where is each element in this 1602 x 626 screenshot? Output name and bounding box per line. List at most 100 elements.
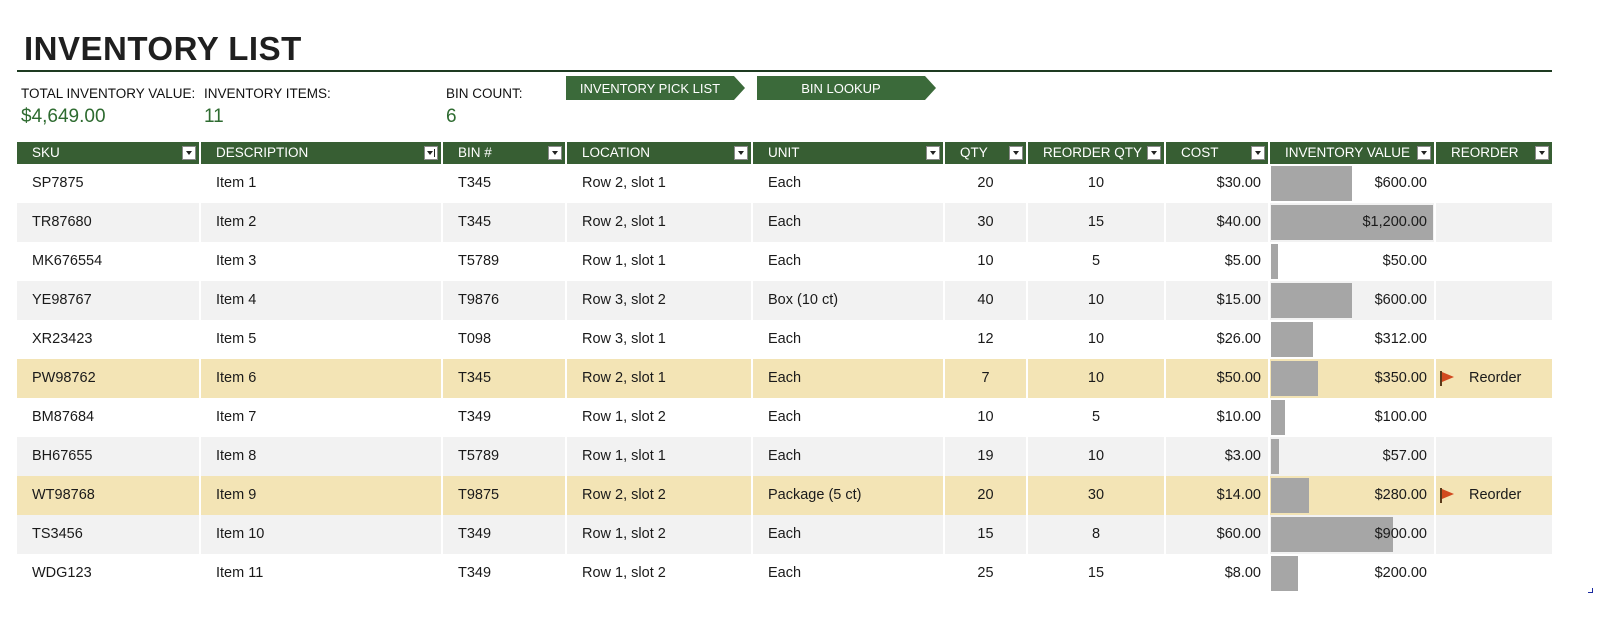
cell-reorder-qty[interactable]: 10 [1028, 359, 1164, 398]
cell-unit[interactable]: Each [753, 203, 943, 242]
cell-reorder-qty[interactable]: 30 [1028, 476, 1164, 515]
cell-cost[interactable]: $5.00 [1166, 242, 1268, 281]
filter-dropdown-icon[interactable] [1251, 146, 1265, 160]
cell-reorder[interactable] [1436, 515, 1552, 554]
table-row[interactable]: TR87680 Item 2 T345 Row 2, slot 1 Each 30 15 $4… [17, 203, 1552, 242]
cell-sku[interactable]: SP7875 [17, 164, 199, 203]
cell-location[interactable]: Row 1, slot 1 [567, 437, 751, 476]
cell-inventory-value[interactable]: $50.00 [1270, 242, 1434, 281]
cell-reorder-qty[interactable]: 10 [1028, 320, 1164, 359]
cell-qty[interactable]: 10 [945, 242, 1026, 281]
table-row[interactable]: TS3456 Item 10 T349 Row 1, slot 2 Each 15 8 $60… [17, 515, 1552, 554]
filter-dropdown-icon[interactable] [926, 146, 940, 160]
cell-inventory-value[interactable]: $600.00 [1270, 164, 1434, 203]
cell-cost[interactable]: $10.00 [1166, 398, 1268, 437]
cell-sku[interactable]: TR87680 [17, 203, 199, 242]
cell-location[interactable]: Row 1, slot 2 [567, 554, 751, 593]
cell-inventory-value[interactable]: $100.00 [1270, 398, 1434, 437]
column-header-sku[interactable]: SKU [17, 142, 199, 164]
cell-qty[interactable]: 10 [945, 398, 1026, 437]
cell-bin[interactable]: T098 [443, 320, 565, 359]
cell-location[interactable]: Row 2, slot 1 [567, 203, 751, 242]
cell-reorder[interactable]: Reorder [1436, 476, 1552, 515]
cell-cost[interactable]: $26.00 [1166, 320, 1268, 359]
cell-cost[interactable]: $30.00 [1166, 164, 1268, 203]
cell-reorder[interactable] [1436, 164, 1552, 203]
cell-reorder[interactable] [1436, 281, 1552, 320]
cell-description[interactable]: Item 8 [201, 437, 441, 476]
table-row[interactable]: WDG123 Item 11 T349 Row 1, slot 2 Each 25 15 $8… [17, 554, 1552, 593]
cell-location[interactable]: Row 1, slot 2 [567, 398, 751, 437]
cell-inventory-value[interactable]: $280.00 [1270, 476, 1434, 515]
cell-description[interactable]: Item 9 [201, 476, 441, 515]
cell-location[interactable]: Row 3, slot 2 [567, 281, 751, 320]
cell-bin[interactable]: T5789 [443, 242, 565, 281]
cell-qty[interactable]: 30 [945, 203, 1026, 242]
cell-unit[interactable]: Each [753, 515, 943, 554]
cell-location[interactable]: Row 2, slot 1 [567, 164, 751, 203]
cell-reorder[interactable] [1436, 554, 1552, 593]
table-row[interactable]: BM87684 Item 7 T349 Row 1, slot 2 Each 10 5 $10… [17, 398, 1552, 437]
cell-sku[interactable]: BM87684 [17, 398, 199, 437]
cell-sku[interactable]: WT98768 [17, 476, 199, 515]
cell-description[interactable]: Item 4 [201, 281, 441, 320]
cell-cost[interactable]: $40.00 [1166, 203, 1268, 242]
table-row[interactable]: WT98768 Item 9 T9875 Row 2, slot 2 Package (… [17, 476, 1552, 515]
filter-dropdown-icon[interactable] [1147, 146, 1161, 160]
cell-description[interactable]: Item 6 [201, 359, 441, 398]
cell-reorder-qty[interactable]: 10 [1028, 437, 1164, 476]
cell-unit[interactable]: Each [753, 242, 943, 281]
cell-reorder-qty[interactable]: 5 [1028, 242, 1164, 281]
cell-description[interactable]: Item 7 [201, 398, 441, 437]
cell-reorder-qty[interactable]: 8 [1028, 515, 1164, 554]
cell-reorder-qty[interactable]: 15 [1028, 554, 1164, 593]
cell-bin[interactable]: T349 [443, 515, 565, 554]
cell-bin[interactable]: T9875 [443, 476, 565, 515]
cell-bin[interactable]: T9876 [443, 281, 565, 320]
table-row[interactable]: PW98762 Item 6 T345 Row 2, slot 1 Each 7 10 $50… [17, 359, 1552, 398]
cell-bin[interactable]: T345 [443, 203, 565, 242]
cell-description[interactable]: Item 5 [201, 320, 441, 359]
cell-sku[interactable]: TS3456 [17, 515, 199, 554]
cell-qty[interactable]: 40 [945, 281, 1026, 320]
cell-location[interactable]: Row 2, slot 2 [567, 476, 751, 515]
column-header-reorder[interactable]: REORDER [1436, 142, 1552, 164]
cell-unit[interactable]: Each [753, 320, 943, 359]
cell-qty[interactable]: 12 [945, 320, 1026, 359]
cell-reorder-qty[interactable]: 5 [1028, 398, 1164, 437]
filter-dropdown-icon[interactable] [734, 146, 748, 160]
cell-reorder-qty[interactable]: 10 [1028, 164, 1164, 203]
cell-unit[interactable]: Each [753, 359, 943, 398]
cell-sku[interactable]: BH67655 [17, 437, 199, 476]
column-header-cost[interactable]: COST [1166, 142, 1268, 164]
cell-bin[interactable]: T5789 [443, 437, 565, 476]
column-header-qty[interactable]: QTY [945, 142, 1026, 164]
cell-qty[interactable]: 7 [945, 359, 1026, 398]
cell-cost[interactable]: $60.00 [1166, 515, 1268, 554]
cell-inventory-value[interactable]: $900.00 [1270, 515, 1434, 554]
cell-bin[interactable]: T349 [443, 398, 565, 437]
cell-unit[interactable]: Package (5 ct) [753, 476, 943, 515]
cell-description[interactable]: Item 2 [201, 203, 441, 242]
cell-unit[interactable]: Each [753, 437, 943, 476]
inventory-pick-list-button[interactable]: INVENTORY PICK LIST [566, 76, 745, 100]
filter-dropdown-icon[interactable] [182, 146, 196, 160]
cell-cost[interactable]: $14.00 [1166, 476, 1268, 515]
cell-sku[interactable]: MK676554 [17, 242, 199, 281]
cell-description[interactable]: Item 10 [201, 515, 441, 554]
cell-reorder[interactable] [1436, 242, 1552, 281]
cell-inventory-value[interactable]: $350.00 [1270, 359, 1434, 398]
cell-reorder[interactable] [1436, 437, 1552, 476]
cell-location[interactable]: Row 1, slot 2 [567, 515, 751, 554]
cell-reorder[interactable]: Reorder [1436, 359, 1552, 398]
cell-cost[interactable]: $8.00 [1166, 554, 1268, 593]
table-row[interactable]: SP7875 Item 1 T345 Row 2, slot 1 Each 20 10 $30… [17, 164, 1552, 203]
cell-unit[interactable]: Each [753, 398, 943, 437]
cell-cost[interactable]: $50.00 [1166, 359, 1268, 398]
cell-location[interactable]: Row 1, slot 1 [567, 242, 751, 281]
cell-inventory-value[interactable]: $200.00 [1270, 554, 1434, 593]
cell-reorder-qty[interactable]: 10 [1028, 281, 1164, 320]
cell-inventory-value[interactable]: $57.00 [1270, 437, 1434, 476]
table-row[interactable]: BH67655 Item 8 T5789 Row 1, slot 1 Each 19 10 $… [17, 437, 1552, 476]
cell-description[interactable]: Item 1 [201, 164, 441, 203]
